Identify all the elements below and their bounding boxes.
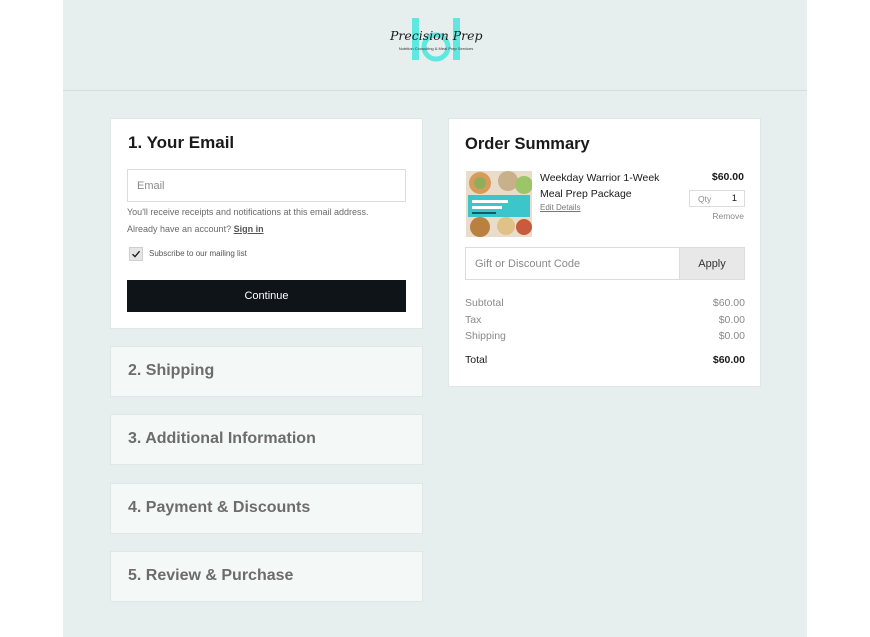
meal-prep-image-icon <box>466 171 532 237</box>
qty-value: 1 <box>731 193 737 204</box>
quantity-stepper[interactable]: Qty 1 <box>689 190 745 207</box>
brand-logo[interactable]: Precision Prep Nutrition Consulting & Me… <box>390 16 483 64</box>
step-shipping[interactable]: 2. Shipping <box>110 346 423 397</box>
order-summary-title: Order Summary <box>465 135 590 153</box>
site-header: Precision Prep Nutrition Consulting & Me… <box>63 0 807 91</box>
tax-value: $0.00 <box>718 314 745 326</box>
continue-button[interactable]: Continue <box>127 280 406 312</box>
step-review-purchase[interactable]: 5. Review & Purchase <box>110 551 423 602</box>
step-payment-discounts[interactable]: 4. Payment & Discounts <box>110 483 423 534</box>
receipt-note: You'll receive receipts and notification… <box>127 207 369 217</box>
tax-label: Tax <box>465 314 482 326</box>
edit-details-link[interactable]: Edit Details <box>540 203 580 212</box>
apply-discount-button[interactable]: Apply <box>679 247 745 280</box>
total-row: Total $60.00 <box>465 354 745 366</box>
email-step-card: 1. Your Email You'll receive receipts an… <box>110 118 423 329</box>
brand-name: Precision Prep <box>390 28 483 43</box>
step-label: 2. Shipping <box>128 362 215 379</box>
shipping-row: Shipping $0.00 <box>465 330 745 342</box>
sign-in-link[interactable]: Sign in <box>234 224 264 234</box>
email-step-title: 1. Your Email <box>128 133 235 152</box>
shipping-value: $0.00 <box>718 330 745 342</box>
total-value: $60.00 <box>712 354 745 366</box>
step-label: 5. Review & Purchase <box>128 567 294 584</box>
step-additional-information[interactable]: 3. Additional Information <box>110 414 423 465</box>
discount-code-input[interactable] <box>465 247 680 280</box>
subscribe-label: Subscribe to our mailing list <box>149 249 247 258</box>
subtotal-row: Subtotal $60.00 <box>465 297 745 309</box>
account-prompt: Already have an account? <box>127 224 232 234</box>
product-price: $60.00 <box>711 171 744 183</box>
order-summary-card: Order Summary Weekday Warrior 1-Week Mea… <box>448 118 761 387</box>
remove-item-link[interactable]: Remove <box>712 211 744 221</box>
tax-row: Tax $0.00 <box>465 314 745 326</box>
product-thumbnail <box>466 171 532 237</box>
product-name: Weekday Warrior 1-Week Meal Prep Package <box>540 172 660 200</box>
qty-label: Qty <box>698 194 712 204</box>
total-label: Total <box>465 354 488 366</box>
subtotal-label: Subtotal <box>465 297 504 309</box>
email-field[interactable] <box>127 169 406 202</box>
step-label: 4. Payment & Discounts <box>128 499 311 516</box>
subtotal-value: $60.00 <box>712 297 745 309</box>
account-prompt-line: Already have an account? Sign in <box>127 224 264 234</box>
checkmark-icon <box>132 250 141 258</box>
step-label: 3. Additional Information <box>128 430 316 447</box>
brand-tagline: Nutrition Consulting & Meal Prep Service… <box>398 46 474 51</box>
shipping-label: Shipping <box>465 330 506 342</box>
subscribe-checkbox[interactable] <box>129 247 143 261</box>
